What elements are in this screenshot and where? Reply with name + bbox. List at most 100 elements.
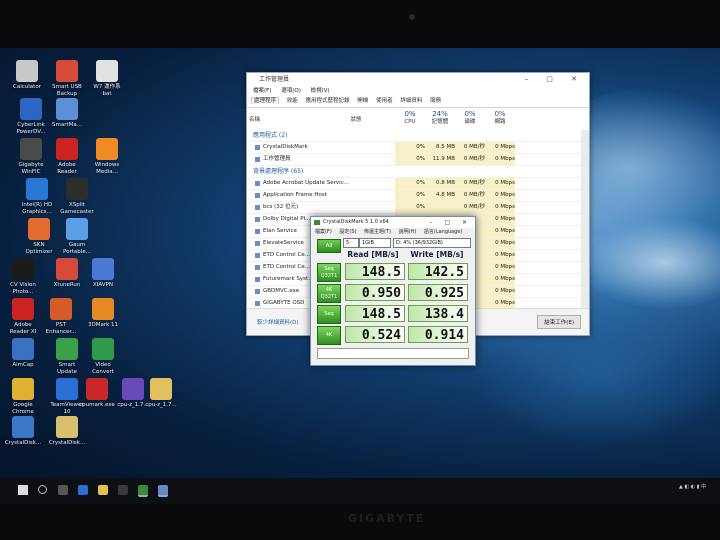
process-row[interactable]: bcs (32 位元) 0% 0 MB/秒 0 Mbps: [247, 202, 581, 214]
process-net-value: 0 Mbps: [485, 298, 515, 308]
seq-q32t1-button[interactable]: Seq Q32T1: [317, 263, 341, 282]
app-icon: [12, 258, 34, 280]
search-icon[interactable]: [38, 485, 47, 494]
desktop-icon[interactable]: Google Chrome: [2, 378, 44, 415]
desktop-icon[interactable]: Calculator: [6, 60, 48, 91]
col-name[interactable]: 名稱: [249, 116, 279, 124]
drive-select[interactable]: D: 4% (36/932GiB): [393, 238, 471, 248]
tab-services[interactable]: 服務: [430, 98, 441, 104]
app-icon: [12, 378, 34, 400]
col-cpu[interactable]: 0% CPU: [395, 110, 425, 126]
4k-button[interactable]: 4K: [317, 326, 341, 345]
cdm-menu-help[interactable]: 說明(H): [399, 229, 417, 235]
app-icon: [56, 416, 78, 438]
end-task-button[interactable]: 結束工作(E): [537, 315, 581, 329]
tab-performance[interactable]: 效能: [287, 98, 298, 104]
tab-users[interactable]: 使用者: [376, 98, 393, 104]
size-select[interactable]: 1GiB: [359, 238, 391, 248]
desktop-icon[interactable]: Adobe Reader: [46, 138, 88, 175]
taskbar-task-manager-icon[interactable]: [158, 485, 168, 497]
app-icon: [92, 298, 114, 320]
desktop-icon[interactable]: Gaum Portable...: [56, 218, 98, 255]
desktop-icon-label: Calculator: [13, 84, 41, 90]
cdm-menu-language[interactable]: 語言(Language): [424, 229, 463, 235]
desktop-icon[interactable]: Adobe Reader XI: [2, 298, 44, 335]
col-disk[interactable]: 0% 磁碟: [455, 110, 485, 126]
process-disk-value: 0 MB/秒: [455, 154, 485, 165]
desktop-icon[interactable]: Smart USB Backup: [46, 60, 88, 97]
menu-view[interactable]: 檢視(V): [311, 88, 330, 94]
desktop-icon[interactable]: SKN Optimizer: [18, 218, 60, 255]
process-name: ETD Control Ce...: [263, 264, 310, 270]
4k-q32t1-button[interactable]: 4K Q32T1: [317, 284, 341, 303]
desktop-icon[interactable]: CrystalDisk...: [46, 416, 88, 447]
app-icon: [56, 258, 78, 280]
desktop-icon[interactable]: cpu-z_1.7...: [140, 378, 182, 409]
desktop-icon[interactable]: Windows Media...: [86, 138, 128, 175]
cdm-menu: 檔案(F) 設定(S) 佈還主題(T) 說明(H) 語言(Language): [311, 228, 475, 237]
process-row[interactable]: Adobe Acrobat Update Servic... 0% 0.8 MB 0 …: [247, 178, 581, 190]
taskbar-crystaldiskmark-icon[interactable]: [138, 485, 148, 497]
desktop-icon[interactable]: W7 運作系 bat: [86, 60, 128, 97]
less-details-link[interactable]: 較少詳細資料(D): [257, 318, 299, 326]
process-name: Elan Service: [263, 228, 297, 234]
cdm-menu-file[interactable]: 檔案(F): [315, 229, 332, 235]
task-manager-tabs: 處理程序 效能 應用程式歷程記錄 開機 使用者 詳細資料 服務: [247, 96, 589, 108]
process-row[interactable]: CrystalDiskMark 0% 8.5 MB 0 MB/秒 0 Mbps: [247, 142, 581, 154]
col-status[interactable]: 狀態: [341, 116, 371, 124]
col-network[interactable]: 0% 網路: [485, 110, 515, 126]
all-button[interactable]: All: [317, 239, 341, 253]
process-net-value: 0 Mbps: [485, 202, 515, 213]
window-controls[interactable]: – □ ✕: [525, 73, 585, 86]
desktop-icon[interactable]: SmartMa...: [46, 98, 88, 129]
desktop-icon[interactable]: CV Vision Photo...: [2, 258, 44, 295]
crystaldiskmark-window[interactable]: CrystalDiskMark 5.1.0 x64 – □ ✕ 檔案(F) 設定…: [310, 216, 476, 366]
window-controls[interactable]: – □ ✕: [429, 217, 472, 228]
menu-options[interactable]: 選項(O): [281, 88, 301, 94]
col-memory[interactable]: 24% 記憶體: [425, 110, 455, 126]
tab-details[interactable]: 詳細資料: [400, 98, 422, 104]
task-view-icon[interactable]: [58, 485, 68, 495]
edge-icon[interactable]: [78, 485, 88, 495]
runs-select[interactable]: 5: [343, 238, 359, 248]
seq-write: 138.4: [408, 305, 468, 322]
app-icon: [56, 98, 78, 120]
desktop-icon[interactable]: AimCap: [2, 338, 44, 369]
menu-file[interactable]: 檔案(F): [253, 88, 271, 94]
store-icon[interactable]: [118, 485, 128, 495]
cdm-titlebar[interactable]: CrystalDiskMark 5.1.0 x64 – □ ✕: [311, 217, 475, 228]
scrollbar[interactable]: [581, 130, 589, 308]
desktop-icon[interactable]: XSplit Gamecaster: [56, 178, 98, 215]
group-header-background[interactable]: 背景處理程序 (65): [247, 166, 581, 178]
process-row[interactable]: 工作管理員 0% 11.9 MB 0 MB/秒 0 Mbps: [247, 154, 581, 166]
process-icon: [255, 241, 260, 246]
process-icon: [255, 157, 260, 162]
desktop-icon[interactable]: PST Enhancer...: [40, 298, 82, 335]
file-explorer-icon[interactable]: [98, 485, 108, 495]
desktop-icon-label: PST Enhancer...: [45, 322, 77, 335]
desktop-icon[interactable]: XIAVPN: [82, 258, 124, 289]
desktop-icon[interactable]: CrystalDisk...: [2, 416, 44, 447]
cdm-menu-theme[interactable]: 佈還主題(T): [364, 229, 391, 235]
read-header: Read [MB/s]: [347, 250, 399, 259]
desktop-icon[interactable]: 3DMark 11: [82, 298, 124, 329]
desktop-icon-label: XIAVPN: [93, 282, 113, 288]
desktop-icon[interactable]: Intel(R) HD Graphics...: [16, 178, 58, 215]
tab-startup[interactable]: 開機: [357, 98, 368, 104]
seq-button[interactable]: Seq: [317, 305, 341, 324]
process-row[interactable]: Application Frame Host 0% 4.8 MB 0 MB/秒 0 Mb…: [247, 190, 581, 202]
cdm-menu-settings[interactable]: 設定(S): [339, 229, 356, 235]
desktop-icon-label: W7 運作系 bat: [93, 84, 121, 97]
desktop-icon[interactable]: Video Convert: [82, 338, 124, 375]
process-icon: [255, 193, 260, 198]
process-name: GBDMVC.exe: [263, 288, 300, 294]
seq-q32t1-read: 148.5: [345, 263, 405, 280]
start-button[interactable]: [18, 485, 28, 495]
task-manager-titlebar[interactable]: 工作管理員 – □ ✕: [247, 73, 589, 86]
process-mem-value: 4.8 MB: [425, 190, 455, 201]
system-tray[interactable]: ▲ ◧ ◐ ▮ 中: [679, 484, 706, 491]
comment-field[interactable]: [317, 348, 469, 359]
group-header-apps[interactable]: 應用程式 (2): [247, 130, 581, 142]
tab-app-history[interactable]: 應用程式歷程記錄: [306, 98, 350, 104]
tab-processes[interactable]: 處理程序: [251, 97, 280, 104]
